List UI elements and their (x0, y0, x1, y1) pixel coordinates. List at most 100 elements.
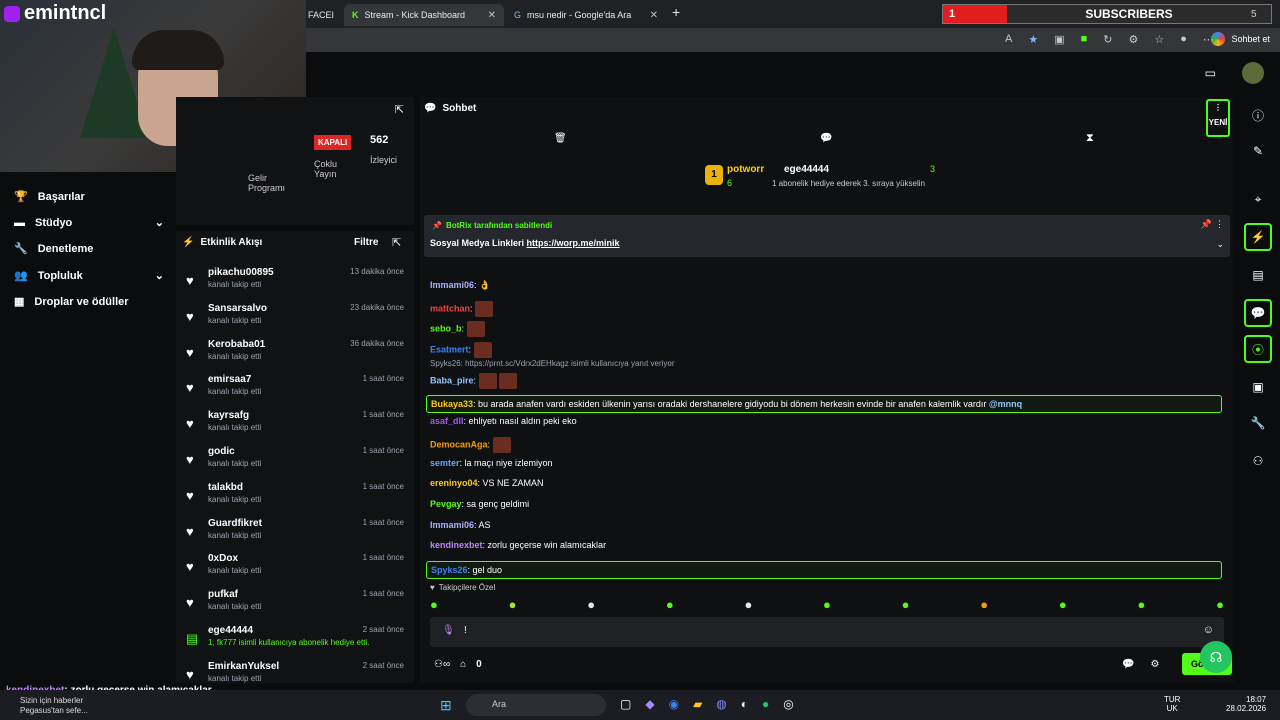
activity-item[interactable]: ▤ ege44444 1, fk777 isimli kullanıcıya abo… (184, 625, 408, 659)
chat-message[interactable]: asaf_dll: ehliyetı nasıl aldın peki eko (430, 416, 577, 426)
sidebar-item-moderation[interactable]: 🔧 Denetleme (14, 242, 93, 256)
sidebar-item-achievements[interactable]: 🏆 Başarılar (14, 190, 85, 204)
chat-input[interactable]: 🎙 ! ☺ (430, 617, 1224, 647)
chat-message[interactable]: Immami06: AS (430, 520, 491, 530)
steam-icon[interactable]: ◐ (741, 697, 748, 711)
chat-username[interactable]: Immami06 (430, 280, 474, 290)
chat-message[interactable]: semter: la maçı niye izlemiyon (430, 458, 553, 468)
chat-username[interactable]: Spyks26 (431, 565, 468, 575)
more-vertical-icon[interactable]: ⋮ (1215, 219, 1224, 230)
chat-message[interactable]: sebo_b: (430, 321, 485, 337)
chat-username[interactable]: Bukaya33 (431, 399, 473, 409)
chat-message[interactable]: DemocanAga: (430, 437, 511, 453)
mention[interactable]: @mnnq (989, 399, 1022, 409)
mic-icon[interactable]: 🎙 (442, 625, 455, 636)
emote-icon[interactable]: ● (1059, 597, 1067, 612)
activity-item[interactable]: ♥ talakbd kanalı takip etti 1 saat önce (184, 482, 408, 516)
pencil-icon[interactable]: ✎ (1244, 137, 1272, 165)
filter-button[interactable]: Filtre (354, 237, 378, 248)
tab-facei[interactable]: FACEI (300, 4, 342, 26)
users-icon[interactable]: ⚇ (1244, 447, 1272, 475)
tab-kick-dashboard[interactable]: K Stream - Kick Dashboard ✕ (344, 4, 504, 26)
activity-item[interactable]: ♥ Guardfikret kanalı takip etti 1 saat önce (184, 518, 408, 552)
avatar[interactable] (1242, 62, 1264, 84)
chat-username[interactable]: semter (430, 458, 460, 468)
profile-icon[interactable]: ● (1180, 33, 1187, 46)
sidebar-item-drops[interactable]: ▦ Droplar ve ödüller (14, 295, 129, 309)
pin-icon[interactable]: 📌 (1201, 219, 1212, 230)
language-indicator[interactable]: TUR UK (1164, 695, 1180, 713)
chat-message[interactable]: mattchan: (430, 301, 494, 317)
pinned-link[interactable]: https://worp.me/minik (527, 238, 620, 248)
refresh-icon[interactable]: ↻ (1103, 33, 1112, 46)
chat-icon[interactable]: 💬 (1244, 299, 1272, 327)
wrench-icon[interactable]: 🔧 (1244, 409, 1272, 437)
emote-icon[interactable]: ● (509, 597, 517, 612)
spotify-icon[interactable]: ● (762, 697, 769, 711)
gear-icon[interactable]: ⚙ (1150, 659, 1159, 670)
chat-message[interactable]: kendinexbet: zorlu geçerse win alamıcakl… (430, 540, 606, 550)
activity-item[interactable]: ♥ pikachu00895 kanalı takip etti 13 dakika … (184, 267, 408, 301)
chat-username[interactable]: mattchan (430, 303, 470, 313)
chat-message[interactable]: Pevgay: sa genç geldimi (430, 499, 529, 509)
puzzle-icon[interactable]: ⚙ (1129, 33, 1139, 46)
target-icon[interactable]: ⌖ (1244, 185, 1272, 213)
close-icon[interactable]: ✕ (650, 10, 658, 21)
emoji-icon[interactable]: ☺ (1203, 624, 1214, 636)
trash-icon[interactable]: 🗑 (554, 133, 567, 144)
chat-username[interactable]: Pevgay (430, 499, 462, 509)
browser-chat-button[interactable]: Sohbet et (1211, 32, 1270, 46)
chat-username[interactable]: Baba_pire (430, 375, 474, 385)
hourglass-icon[interactable]: ⧗ (1086, 132, 1094, 145)
support-button[interactable]: ☊ (1200, 641, 1232, 673)
new-tab-icon[interactable]: + (672, 4, 680, 20)
chat-username[interactable]: asaf_dll (430, 416, 464, 426)
chat-message[interactable]: Bukaya33: bu arada anafen vardı eskiden … (426, 395, 1222, 413)
bolt-icon[interactable]: ⚡ (1244, 223, 1272, 251)
tab-google[interactable]: G msu nedir - Google'da Ara ✕ (506, 4, 666, 26)
chat-message[interactable]: Spyks26: gel duo (426, 561, 1222, 579)
obs-icon[interactable]: ◎ (783, 697, 793, 711)
activity-item[interactable]: ♥ godic kanalı takip etti 1 saat önce (184, 446, 408, 480)
star-icon[interactable]: ★ (1028, 33, 1038, 46)
chat-menu-button[interactable]: ⋮ YENİ (1206, 99, 1230, 137)
screen-icon[interactable]: ▭ (1205, 66, 1216, 80)
windows-start-icon[interactable]: ⊞ (440, 697, 452, 714)
favorites-icon[interactable]: ☆ (1154, 33, 1164, 46)
chat-input-value[interactable]: ! (464, 625, 467, 636)
emote-icon[interactable]: ● (980, 597, 988, 612)
taskbar-search[interactable]: Ara (466, 694, 606, 716)
broadcast-icon[interactable]: ⦿ (1244, 335, 1272, 363)
chat-username[interactable]: Esatmert (430, 344, 469, 354)
emote-icon[interactable]: ● (1216, 597, 1224, 612)
copilot-icon[interactable]: ◆ (645, 697, 654, 711)
more-icon[interactable]: ⋯ (1203, 33, 1214, 46)
edge-icon[interactable]: ◉ (669, 697, 679, 711)
info-icon[interactable]: ⓘ (1244, 101, 1272, 129)
folder-icon[interactable]: ▰ (693, 697, 702, 711)
read-aloud-icon[interactable]: A (1005, 33, 1012, 46)
sidebar-item-studio[interactable]: ▬ Stüdyo ⌄ (14, 216, 164, 230)
emote-icon[interactable]: ● (666, 597, 674, 612)
close-icon[interactable]: ✕ (488, 10, 496, 21)
pinned-message[interactable]: 📌 BotRix tarafından sabitlendi Sosyal Med… (424, 215, 1230, 257)
extension-icon[interactable]: ■ (1081, 33, 1088, 46)
chevron-down-icon[interactable]: ⌄ (1216, 239, 1224, 250)
emote-icon[interactable]: ● (1137, 597, 1145, 612)
task-view-icon[interactable]: ▢ (620, 697, 631, 711)
extension-icon[interactable]: ▣ (1054, 33, 1064, 46)
activity-item[interactable]: ♥ 0xDox kanalı takip etti 1 saat önce (184, 553, 408, 587)
chat-icon[interactable]: 💬 (820, 133, 832, 144)
chat-username[interactable]: sebo_b (430, 323, 462, 333)
activity-item[interactable]: ♥ emirsaa7 kanalı takip etti 1 saat önce (184, 374, 408, 408)
emote-icon[interactable]: ● (823, 597, 831, 612)
activity-item[interactable]: ♥ EmirkanYuksel kanalı takip etti 2 saat ön… (184, 661, 408, 683)
emote-icon[interactable]: ● (902, 597, 910, 612)
activity-item[interactable]: ♥ kayrsafg kanalı takip etti 1 saat önce (184, 410, 408, 444)
chat-message[interactable]: Esatmert: (430, 342, 492, 358)
chat-username[interactable]: Immami06 (430, 520, 474, 530)
activity-item[interactable]: ♥ pufkaf kanalı takip etti 1 saat önce (184, 589, 408, 623)
discord-icon[interactable]: ◍ (716, 697, 726, 711)
sidebar-item-community[interactable]: 👥 Topluluk ⌄ (14, 269, 164, 283)
chat-message[interactable]: Baba_pire: (430, 373, 518, 389)
